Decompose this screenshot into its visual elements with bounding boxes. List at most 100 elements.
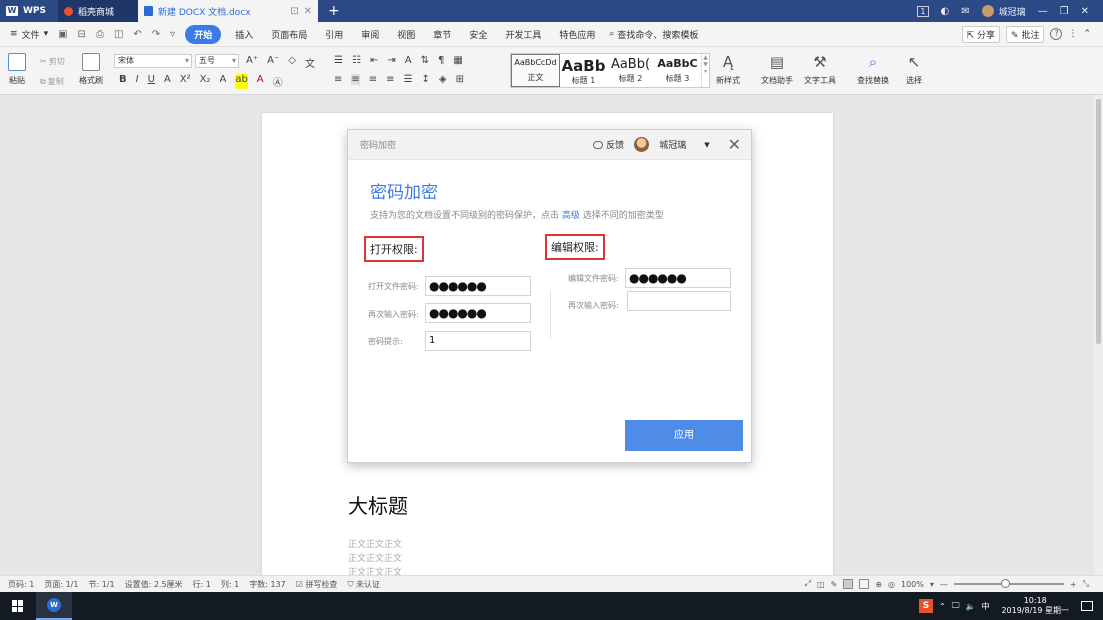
undo-icon[interactable]: ↶ (133, 29, 141, 40)
table-border-icon[interactable]: ▦ (453, 55, 462, 66)
collapse-ribbon-icon[interactable]: ⌃ (1083, 29, 1091, 39)
style-heading-2[interactable]: AaBb( 标题 2 (607, 54, 654, 87)
fit-window-icon[interactable]: ⤡ (1083, 579, 1089, 589)
zoom-out-icon[interactable]: — (940, 580, 948, 589)
save-icon[interactable]: ▣ (58, 29, 67, 40)
word-count[interactable]: 字数: 137 (249, 579, 286, 590)
edit-confirm-field[interactable] (627, 291, 731, 311)
edit-mode-icon[interactable]: ✎ (831, 580, 838, 589)
tab-document[interactable]: 新建 DOCX 文档.docx ⊡ ✕ (138, 0, 318, 22)
chevron-down-icon[interactable]: ▾ (930, 580, 934, 589)
shrink-font-icon[interactable]: A⁻ (267, 55, 279, 70)
font-color-icon[interactable]: A (257, 74, 264, 89)
minimize-icon[interactable]: — (1038, 6, 1048, 17)
file-menu[interactable]: ≡ 文件 ▾ (10, 28, 48, 41)
body-line[interactable]: 正文正文正文 (348, 551, 402, 564)
share-button[interactable]: ⇱ 分享 (961, 25, 1001, 43)
phonetic-icon[interactable]: 文 (305, 55, 315, 70)
close-window-icon[interactable]: ✕ (1081, 6, 1089, 17)
close-icon[interactable]: ✕ (728, 135, 741, 154)
fullscreen-icon[interactable]: ⤢ (805, 579, 811, 589)
export-icon[interactable]: ⊟ (78, 29, 86, 40)
open-confirm-field[interactable]: ●●●●●● (425, 303, 531, 323)
new-tab-button[interactable]: + (318, 0, 350, 22)
tab-view[interactable]: 视图 (393, 26, 419, 43)
print-preview-icon[interactable]: ◫ (114, 29, 123, 40)
style-normal[interactable]: AaBbCcDd 正文 (511, 54, 560, 87)
text-tools-button[interactable]: ⚒ 文字工具 (804, 53, 836, 86)
shading-icon[interactable]: ◈ (439, 74, 447, 85)
clear-format-icon[interactable]: ◇ (288, 55, 296, 70)
format-painter-button[interactable]: 格式刷 (79, 53, 103, 86)
bullet-list-icon[interactable]: ☰ (334, 55, 343, 66)
font-family-select[interactable]: 宋体 ▾ (114, 54, 192, 68)
skin-icon[interactable]: ◐ (941, 6, 950, 17)
reading-mode-icon[interactable]: ◫ (817, 580, 825, 589)
pin-icon[interactable]: ⊡ (290, 6, 298, 17)
find-replace-button[interactable]: ⌕ 查找替换 (857, 53, 889, 86)
feedback-button[interactable]: 反馈 (593, 138, 624, 151)
scrollbar-thumb[interactable] (1096, 99, 1101, 344)
network-icon[interactable]: 🖵 (952, 601, 960, 611)
text-effect-icon[interactable]: A (219, 74, 226, 89)
restore-icon[interactable]: ❐ (1060, 6, 1069, 17)
body-line[interactable]: 正文正文正文 (348, 537, 402, 550)
certification-status[interactable]: ⛉ 未认证 (347, 579, 380, 590)
ime-language[interactable]: 中 (981, 601, 989, 612)
distributed-icon[interactable]: ☰ (404, 74, 413, 85)
tray-expand-icon[interactable]: ⌃ (939, 602, 946, 611)
border-icon[interactable]: ⊞ (456, 74, 464, 85)
window-count-badge[interactable]: 1 (917, 5, 929, 17)
volume-icon[interactable]: 🔈 (965, 602, 975, 611)
zoom-slider-handle[interactable] (1000, 579, 1010, 588)
decrease-indent-icon[interactable]: ⇤ (370, 55, 378, 66)
tab-home[interactable]: 开始 (185, 24, 222, 44)
advanced-link[interactable]: 高级 (562, 211, 580, 221)
italic-icon[interactable]: I (136, 74, 139, 89)
mail-icon[interactable]: ✉ (961, 6, 969, 17)
zoom-level[interactable]: 100% (901, 580, 924, 589)
grow-font-icon[interactable]: A⁺ (246, 55, 258, 70)
tab-page-layout[interactable]: 页面布局 (267, 26, 311, 43)
superscript-icon[interactable]: X² (180, 74, 191, 89)
redo-icon[interactable]: ↷ (152, 29, 160, 40)
style-heading-1[interactable]: AaBb 标题 1 (560, 54, 607, 87)
page-view-icon[interactable] (843, 579, 854, 589)
increase-indent-icon[interactable]: ⇥ (387, 55, 395, 66)
zoom-slider[interactable] (953, 579, 1064, 588)
tab-developer[interactable]: 开发工具 (501, 26, 545, 43)
help-icon[interactable]: ? (1050, 28, 1063, 40)
paste-button[interactable]: 粘贴 (8, 53, 26, 86)
body-line[interactable]: 正文正文正文 (348, 565, 402, 575)
user-account[interactable]: 城冠璃 (981, 5, 1026, 18)
notification-icon[interactable] (1081, 601, 1093, 611)
page-number[interactable]: 页码: 1 (8, 579, 34, 590)
strikethrough-icon[interactable]: A (164, 74, 171, 89)
document-heading[interactable]: 大标题 (348, 490, 408, 519)
open-password-field[interactable]: ●●●●●● (425, 276, 531, 296)
password-hint-field[interactable]: 1 (425, 331, 531, 351)
vertical-scrollbar[interactable] (1094, 95, 1103, 575)
bold-icon[interactable]: B (119, 74, 127, 89)
eye-protect-icon[interactable]: ◎ (888, 580, 895, 589)
tab-chapter[interactable]: 章节 (429, 26, 455, 43)
chinese-layout-icon[interactable]: A (405, 55, 412, 66)
style-gallery-scroll[interactable]: ▲ ▼ ▾ (701, 54, 709, 87)
outline-view-icon[interactable] (859, 579, 870, 589)
cut-button[interactable]: ✂ 剪切 (40, 56, 65, 67)
underline-icon[interactable]: U (148, 74, 155, 89)
close-tab-icon[interactable]: ✕ (304, 6, 312, 17)
align-right-icon[interactable]: ≡ (369, 74, 377, 85)
subscript-icon[interactable]: X₂ (200, 74, 211, 89)
tab-references[interactable]: 引用 (321, 26, 347, 43)
style-heading-3[interactable]: AaBbC 标题 3 (654, 54, 701, 87)
customize-icon[interactable]: ▿ (170, 29, 175, 40)
page-count[interactable]: 页面: 1/1 (44, 579, 78, 590)
sort-icon[interactable]: ⇅ (421, 55, 429, 66)
sogou-ime-icon[interactable]: S (919, 599, 934, 613)
doc-helper-button[interactable]: ▤ 文档助手 (761, 53, 793, 86)
section-info[interactable]: 节: 1/1 (88, 579, 114, 590)
tab-docer-store[interactable]: 稻壳商城 (58, 0, 138, 22)
tab-wps-home[interactable]: W WPS (0, 0, 58, 22)
spell-check-button[interactable]: ☑ 拼写检查 (296, 579, 338, 590)
